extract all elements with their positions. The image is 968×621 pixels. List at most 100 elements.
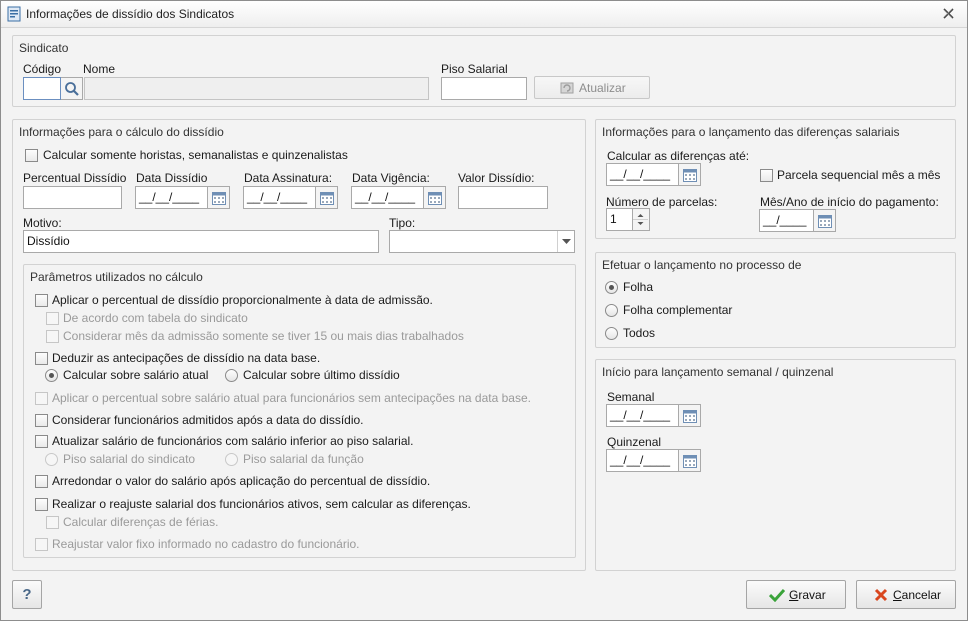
help-button[interactable]: ?	[12, 580, 42, 609]
help-label: ?	[22, 586, 32, 603]
processo-folha-complementar-radio[interactable]	[605, 304, 618, 317]
piso-salarial-input[interactable]	[441, 77, 527, 100]
mes-ano-calendar-button[interactable]	[814, 209, 836, 232]
atualizar-salario-inferior-label: Atualizar salário de funcionários com sa…	[52, 434, 414, 448]
considerar-mes-admissao-label: Considerar mês da admissão somente se ti…	[63, 329, 464, 343]
data-assinatura-calendar-button[interactable]	[316, 186, 338, 209]
data-dissidio-calendar-button[interactable]	[208, 186, 230, 209]
aplicar-proporcional-checkbox[interactable]	[35, 294, 48, 307]
calculo-group-title: Informações para o cálculo do dissídio	[19, 125, 224, 139]
calcular-ate-input[interactable]: __/__/____	[606, 163, 679, 186]
processo-folha-label: Folha	[623, 280, 654, 294]
processo-todos-label: Todos	[623, 326, 656, 340]
valor-dissidio-label: Valor Dissídio:	[458, 171, 535, 185]
reajustar-valor-fixo-label: Reajustar valor fixo informado no cadast…	[52, 537, 360, 551]
nome-input[interactable]	[84, 77, 429, 100]
calculo-group: Informações para o cálculo do dissídio C…	[12, 119, 586, 571]
percentual-dissidio-label: Percentual Dissídio	[23, 171, 127, 185]
calendar-icon	[683, 455, 697, 468]
num-parcelas-input[interactable]: 1	[606, 208, 633, 231]
piso-sindicato-radio[interactable]	[45, 453, 58, 466]
cancelar-label-rest: ancelar	[901, 588, 942, 602]
deduzir-antecipacoes-checkbox[interactable]	[35, 352, 48, 365]
calendar-icon	[320, 192, 334, 205]
gravar-mnemonic: G	[789, 588, 799, 602]
processo-group-title: Efetuar o lançamento no processo de	[602, 258, 802, 272]
realizar-reajuste-label: Realizar o reajuste salarial dos funcion…	[52, 497, 471, 511]
calcular-ate-label: Calcular as diferenças até:	[607, 149, 750, 163]
piso-sindicato-label: Piso salarial do sindicato	[63, 452, 196, 466]
mes-ano-label: Mês/Ano de início do pagamento:	[760, 195, 939, 209]
quinzenal-input[interactable]: __/__/____	[606, 449, 679, 472]
somente-horistas-label: Calcular somente horistas, semanalistas …	[43, 148, 348, 162]
semanal-label: Semanal	[607, 390, 655, 404]
data-assinatura-label: Data Assinatura:	[244, 171, 333, 185]
tipo-label: Tipo:	[389, 216, 416, 230]
semanal-input[interactable]: __/__/____	[606, 404, 679, 427]
gravar-button[interactable]: Gravar	[746, 580, 846, 609]
num-parcelas-label: Número de parcelas:	[606, 195, 718, 209]
search-icon	[65, 82, 79, 96]
lancamento-group-title: Informações para o lançamento das difere…	[602, 125, 900, 139]
data-assinatura-input[interactable]: __/__/____	[243, 186, 316, 209]
window-title: Informações de dissídio dos Sindicatos	[26, 7, 235, 21]
piso-salarial-label: Piso Salarial	[441, 62, 508, 76]
codigo-search-button[interactable]	[61, 77, 83, 100]
tipo-select[interactable]	[389, 230, 575, 253]
valor-dissidio-input[interactable]	[458, 186, 548, 209]
codigo-label: Código	[23, 62, 62, 76]
considerar-admitidos-label: Considerar funcionários admitidos após a…	[52, 413, 364, 427]
aplicar-sem-antecipacoes-checkbox[interactable]	[35, 392, 48, 405]
de-acordo-tabela-checkbox[interactable]	[46, 312, 59, 325]
mes-ano-input[interactable]: __/____	[759, 209, 814, 232]
data-dissidio-input[interactable]: __/__/____	[135, 186, 208, 209]
processo-todos-radio[interactable]	[605, 327, 618, 340]
semanal-quinzenal-group-title: Início para lançamento semanal / quinzen…	[602, 365, 834, 379]
considerar-mes-admissao-checkbox[interactable]	[46, 330, 59, 343]
quinzenal-label: Quinzenal	[607, 435, 662, 449]
parcela-sequencial-checkbox[interactable]	[760, 169, 773, 182]
considerar-admitidos-checkbox[interactable]	[35, 414, 48, 427]
parcela-sequencial-label: Parcela sequencial mês a mês	[777, 168, 941, 182]
gravar-label: Gravar	[789, 588, 826, 602]
aplicar-proporcional-label: Aplicar o percentual de dissídio proporc…	[52, 293, 433, 307]
de-acordo-tabela-label: De acordo com tabela do sindicato	[63, 311, 248, 325]
semanal-calendar-button[interactable]	[679, 404, 701, 427]
calcular-ferias-checkbox[interactable]	[46, 516, 59, 529]
semanal-quinzenal-group: Início para lançamento semanal / quinzen…	[595, 359, 956, 571]
calcular-salario-atual-label: Calcular sobre salário atual	[63, 368, 209, 382]
atualizar-label: Atualizar	[579, 81, 626, 95]
realizar-reajuste-checkbox[interactable]	[35, 498, 48, 511]
atualizar-salario-inferior-checkbox[interactable]	[35, 435, 48, 448]
data-vigencia-input[interactable]: __/__/____	[351, 186, 424, 209]
motivo-label: Motivo:	[23, 216, 62, 230]
somente-horistas-checkbox[interactable]	[25, 149, 38, 162]
nome-label: Nome	[83, 62, 116, 76]
num-parcelas-spinner[interactable]	[633, 208, 650, 231]
cancelar-button[interactable]: Cancelar	[856, 580, 956, 609]
atualizar-button[interactable]: Atualizar	[534, 76, 650, 99]
data-vigencia-calendar-button[interactable]	[424, 186, 446, 209]
percentual-dissidio-input[interactable]	[23, 186, 122, 209]
motivo-input[interactable]: Dissídio	[23, 230, 379, 253]
data-vigencia-label: Data Vigência:	[352, 171, 430, 185]
piso-funcao-radio[interactable]	[225, 453, 238, 466]
calcular-ultimo-dissidio-radio[interactable]	[225, 369, 238, 382]
quinzenal-calendar-button[interactable]	[679, 449, 701, 472]
spinner-arrows-icon	[633, 214, 648, 225]
check-icon	[769, 588, 785, 602]
reajustar-valor-fixo-checkbox[interactable]	[35, 538, 48, 551]
close-icon[interactable]	[942, 7, 955, 20]
calendar-icon	[212, 192, 226, 205]
sindicato-group-title: Sindicato	[19, 41, 69, 55]
codigo-input[interactable]	[23, 77, 61, 100]
arredondar-checkbox[interactable]	[35, 475, 48, 488]
piso-funcao-label: Piso salarial da função	[243, 452, 364, 466]
calcular-ate-calendar-button[interactable]	[679, 163, 701, 186]
gravar-label-rest: ravar	[798, 588, 826, 602]
sindicato-group: Sindicato Código Nome Piso Salarial Atua…	[12, 35, 956, 107]
tipo-dropdown-button[interactable]	[557, 231, 574, 252]
calcular-salario-atual-radio[interactable]	[45, 369, 58, 382]
processo-folha-complementar-label: Folha complementar	[623, 303, 733, 317]
processo-folha-radio[interactable]	[605, 281, 618, 294]
